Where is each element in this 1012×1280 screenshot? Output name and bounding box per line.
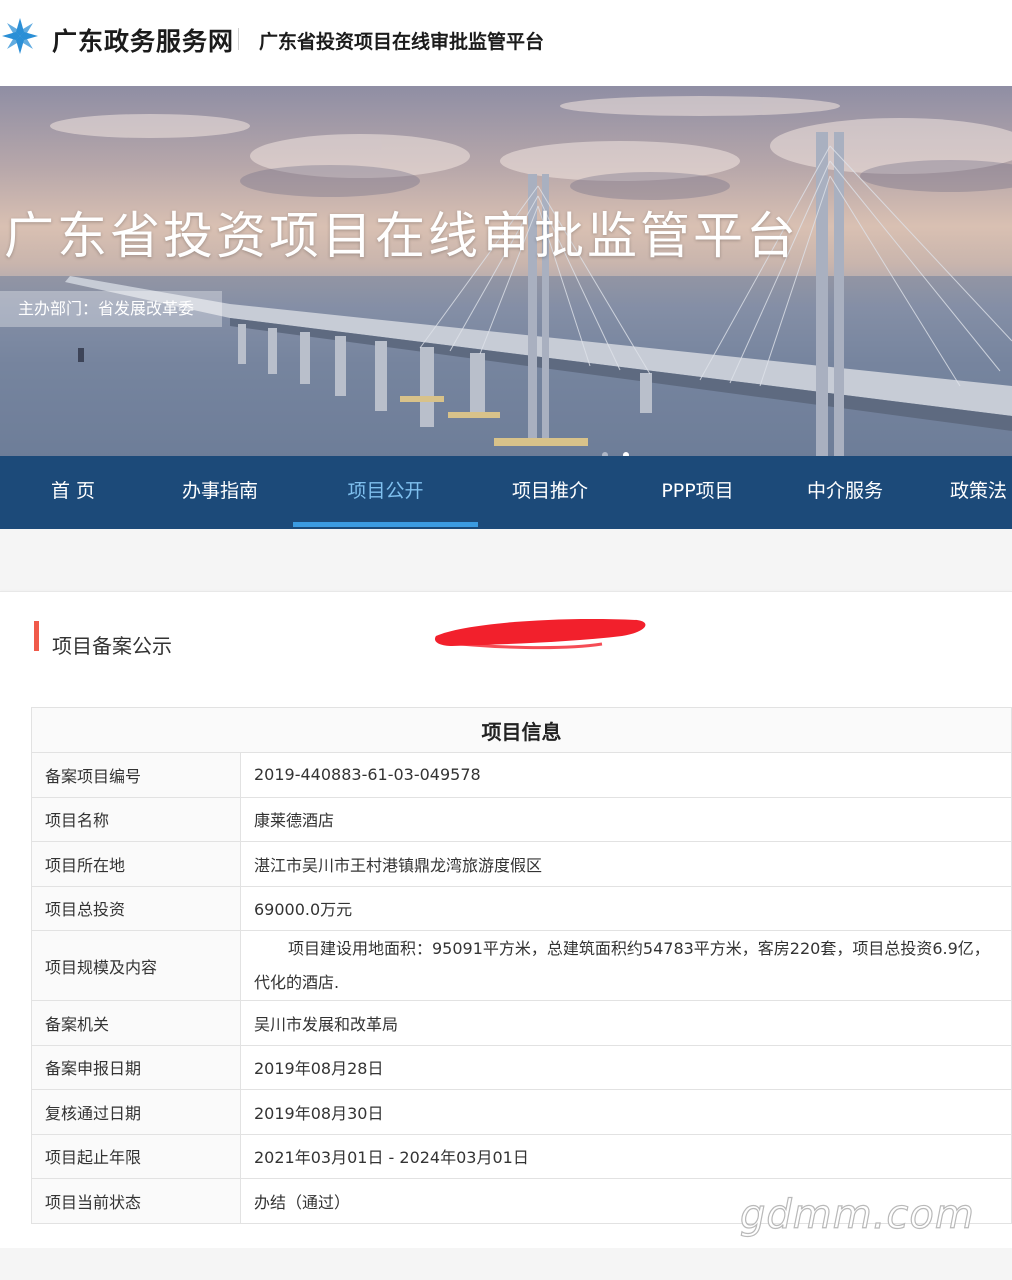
nav-item-home[interactable]: 首 页: [32, 456, 114, 529]
platform-subtitle[interactable]: 广东省投资项目在线审批监管平台: [259, 27, 544, 54]
site-watermark: gdmm.com: [739, 1191, 975, 1238]
section-accent-bar: [34, 621, 39, 651]
nav-item-project-promotion[interactable]: 项目推介: [500, 456, 600, 529]
row-label: 项目所在地: [31, 841, 241, 887]
row-label: 项目起止年限: [31, 1133, 241, 1179]
row-value: 湛江市吴川市王村港镇鼎龙湾旅游度假区: [240, 841, 1012, 887]
header-divider: [238, 28, 239, 50]
row-label: 备案申报日期: [31, 1044, 241, 1090]
row-value: 69000.0万元: [240, 885, 1012, 931]
table-row: 项目规模及内容 项目建设用地面积：95091平方米，总建筑面积约54783平方米…: [31, 930, 1012, 1001]
brand-title[interactable]: 广东政务服务网: [52, 22, 234, 58]
row-value: 康莱德酒店: [240, 796, 1012, 842]
table-row: 项目总投资 69000.0万元: [31, 885, 1012, 931]
row-value: 2021年03月01日 - 2024年03月01日: [240, 1133, 1012, 1179]
nav-item-guide[interactable]: 办事指南: [170, 456, 270, 529]
row-label: 项目总投资: [31, 885, 241, 931]
banner-title: 广东省投资项目在线审批监管平台: [4, 207, 799, 265]
nav-item-intermediary[interactable]: 中介服务: [795, 456, 895, 529]
guangdong-logo-icon[interactable]: [0, 16, 40, 56]
row-label: 复核通过日期: [31, 1089, 241, 1135]
row-value-scale: 项目建设用地面积：95091平方米，总建筑面积约54783平方米，客房220套，…: [240, 930, 1012, 1001]
table-row: 项目名称 康莱德酒店: [31, 796, 1012, 842]
table-row: 项目所在地 湛江市吴川市王村港镇鼎龙湾旅游度假区: [31, 841, 1012, 887]
table-row: 复核通过日期 2019年08月30日: [31, 1089, 1012, 1135]
redaction-mark: [434, 618, 646, 650]
row-label: 项目当前状态: [31, 1178, 241, 1224]
nav-item-project-disclosure[interactable]: 项目公开: [293, 456, 478, 529]
nav-item-policy[interactable]: 政策法: [950, 456, 1012, 529]
row-value: 2019年08月30日: [240, 1089, 1012, 1135]
host-department-label: 主办部门：省发展改革委: [0, 291, 222, 327]
row-label: 项目名称: [31, 796, 241, 842]
hero-banner[interactable]: 广东省投资项目在线审批监管平台 主办部门：省发展改革委: [0, 86, 1012, 456]
row-value: 吴川市发展和改革局: [240, 1000, 1012, 1046]
row-label: 备案项目编号: [31, 752, 241, 798]
nav-item-ppp[interactable]: PPP项目: [645, 456, 750, 529]
top-header: 广东政务服务网 广东省投资项目在线审批监管平台: [0, 0, 1012, 86]
table-header: 项目信息: [31, 707, 1012, 753]
bridge-scene-image: [0, 96, 1012, 456]
row-value: 2019-440883-61-03-049578: [240, 752, 1012, 798]
bottom-strip: [0, 1248, 1012, 1280]
project-info-table: 项目信息 备案项目编号 2019-440883-61-03-049578 项目名…: [31, 707, 1012, 1224]
scale-line-1: 项目建设用地面积：95091平方米，总建筑面积约54783平方米，客房220套，…: [288, 938, 990, 958]
content-gap: [0, 529, 1012, 591]
nav-active-underline: [293, 522, 478, 527]
section-title: 项目备案公示: [52, 634, 172, 658]
table-row: 备案机关 吴川市发展和改革局: [31, 1000, 1012, 1046]
table-row: 项目起止年限 2021年03月01日 - 2024年03月01日: [31, 1133, 1012, 1179]
table-row: 备案申报日期 2019年08月28日: [31, 1044, 1012, 1090]
project-record-card: 项目备案公示 项目信息 备案项目编号 2019-440883-61-03-049…: [0, 591, 1012, 1248]
table-row: 备案项目编号 2019-440883-61-03-049578: [31, 752, 1012, 798]
row-label: 项目规模及内容: [31, 930, 241, 1001]
scale-line-2: 代化的酒店.: [254, 972, 340, 992]
row-label: 备案机关: [31, 1000, 241, 1046]
main-nav: 首 页 办事指南 项目公开 项目推介 PPP项目 中介服务 政策法: [0, 456, 1012, 529]
row-value: 2019年08月28日: [240, 1044, 1012, 1090]
